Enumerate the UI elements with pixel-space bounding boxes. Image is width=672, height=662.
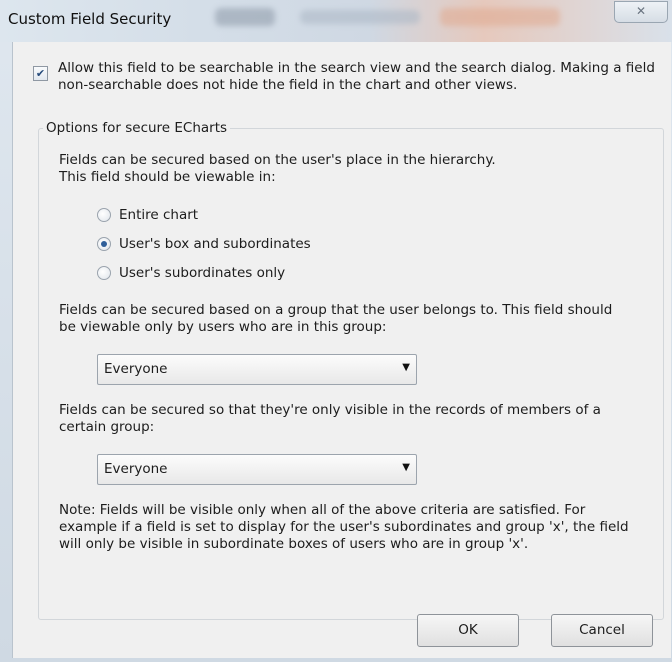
dialog-title: Custom Field Security <box>8 10 172 28</box>
radio-circle-icon <box>97 208 111 222</box>
radio-users-subordinates-only[interactable] <box>97 266 113 282</box>
title-bar[interactable]: Custom Field Security ✕ <box>0 0 672 42</box>
cancel-button[interactable]: Cancel <box>551 614 653 647</box>
close-button[interactable]: ✕ <box>614 1 668 23</box>
criteria-note: Note: Fields will be visible only when a… <box>59 502 629 552</box>
radio-circle-icon <box>97 266 111 280</box>
close-icon: ✕ <box>635 4 647 18</box>
blurred-background <box>215 8 275 26</box>
viewable-group-select[interactable]: Everyone ▼ <box>97 354 417 385</box>
searchable-checkbox[interactable]: ✔ <box>33 66 48 81</box>
records-group-select-value: Everyone <box>104 461 168 477</box>
dialog-client-area: ✔ Allow this field to be searchable in t… <box>12 42 671 658</box>
radio-label-users-box-and-subordinates: User's box and subordinates <box>119 236 311 252</box>
radio-label-users-subordinates-only: User's subordinates only <box>119 265 286 281</box>
radio-entire-chart[interactable] <box>97 208 113 224</box>
dropdown-arrow-icon: ▼ <box>402 462 410 473</box>
groupbox-legend: Options for secure ECharts <box>43 120 231 136</box>
radio-label-entire-chart: Entire chart <box>119 207 199 223</box>
records-description: Fields can be secured so that they're on… <box>59 402 601 435</box>
blurred-background <box>300 10 420 24</box>
ok-button[interactable]: OK <box>417 614 519 647</box>
dropdown-arrow-icon: ▼ <box>402 362 410 373</box>
group-description: Fields can be secured based on a group t… <box>59 302 613 335</box>
radio-users-box-and-subordinates[interactable] <box>97 237 113 253</box>
hierarchy-description: Fields can be secured based on the user'… <box>59 152 496 185</box>
records-group-select[interactable]: Everyone ▼ <box>97 454 417 485</box>
dialog-window: Custom Field Security ✕ ✔ Allow this fie… <box>0 0 672 662</box>
blurred-background <box>440 8 560 26</box>
viewable-group-select-value: Everyone <box>104 361 168 377</box>
searchable-label: Allow this field to be searchable in the… <box>58 60 655 93</box>
checkmark-icon: ✔ <box>35 67 46 80</box>
radio-selected-dot-icon <box>101 241 107 247</box>
